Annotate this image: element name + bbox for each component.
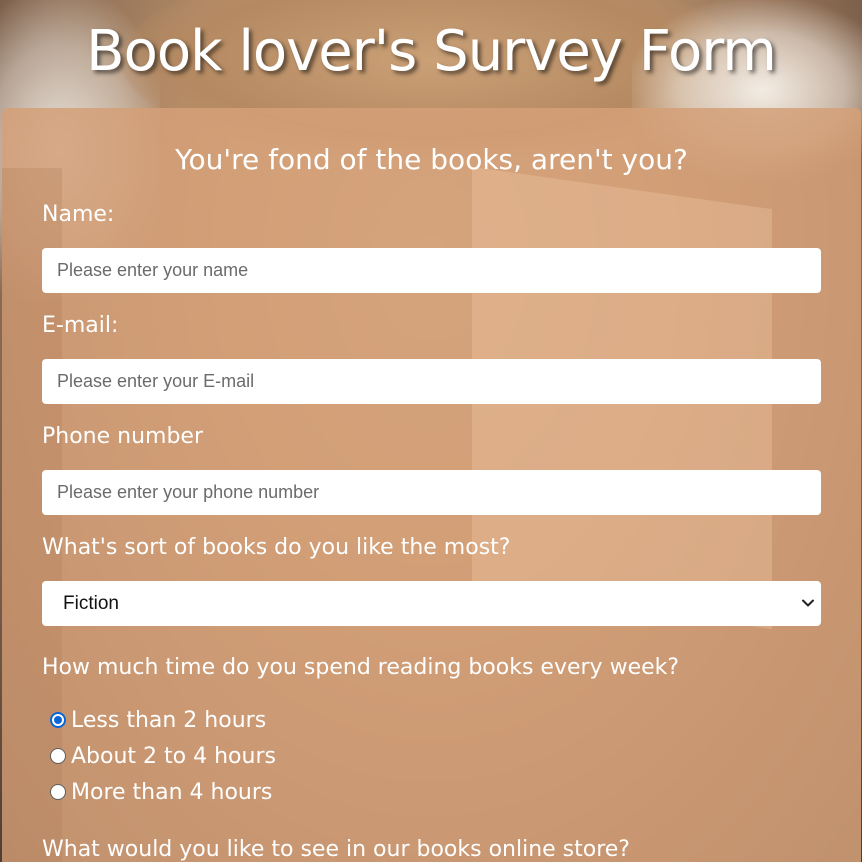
radio-label: Less than 2 hours <box>71 707 267 733</box>
chevron-down-icon <box>802 599 814 607</box>
reading-time-label: How much time do you spend reading books… <box>42 655 680 680</box>
radio-button[interactable] <box>50 712 66 728</box>
radio-button[interactable] <box>50 748 66 764</box>
radio-button[interactable] <box>50 784 66 800</box>
name-input[interactable] <box>42 248 821 293</box>
email-input[interactable] <box>42 359 821 404</box>
name-label: Name: <box>42 202 115 227</box>
radio-option-2-to-4-hours[interactable]: About 2 to 4 hours <box>50 740 276 772</box>
survey-form: You're fond of the books, aren't you? Na… <box>2 108 861 862</box>
book-type-label: What's sort of books do you like the mos… <box>42 535 511 560</box>
form-subtitle: You're fond of the books, aren't you? <box>175 143 688 176</box>
store-question-label: What would you like to see in our books … <box>42 837 630 862</box>
page-title: Book lover's Survey Form <box>86 19 777 84</box>
radio-option-less-than-2-hours[interactable]: Less than 2 hours <box>50 704 266 736</box>
radio-label: About 2 to 4 hours <box>71 743 276 769</box>
phone-label: Phone number <box>42 424 204 449</box>
radio-label: More than 4 hours <box>71 779 273 805</box>
phone-input[interactable] <box>42 470 821 515</box>
book-type-select[interactable]: Fiction <box>42 581 821 626</box>
book-type-selected-value: Fiction <box>63 593 119 614</box>
radio-option-more-than-4-hours[interactable]: More than 4 hours <box>50 776 272 808</box>
email-label: E-mail: <box>42 313 119 338</box>
